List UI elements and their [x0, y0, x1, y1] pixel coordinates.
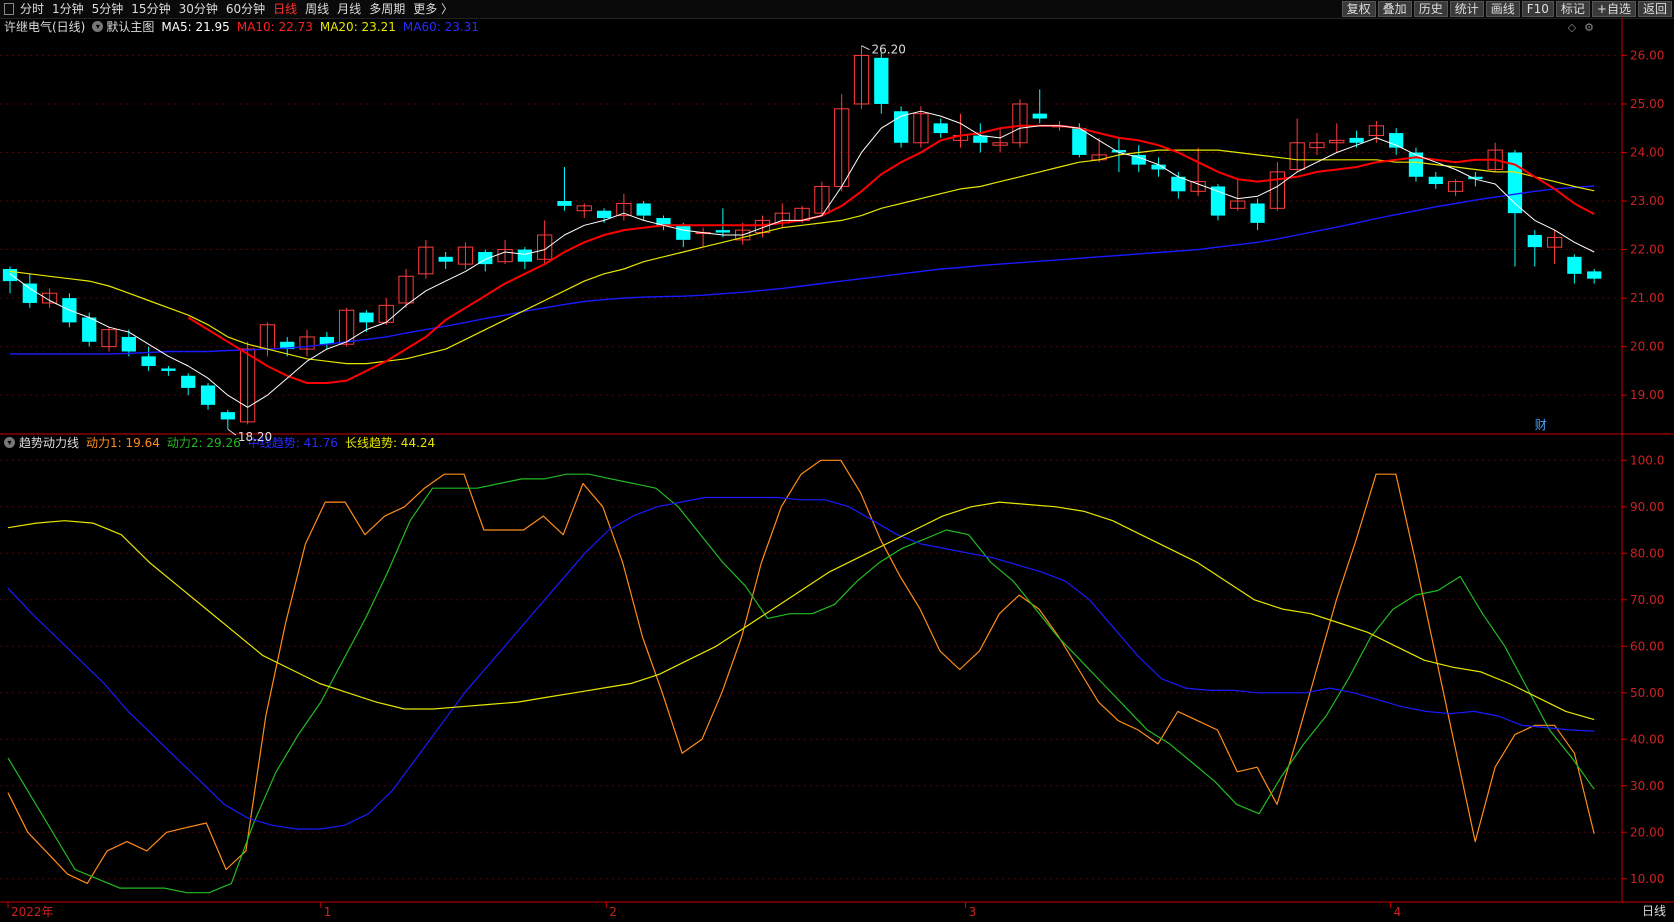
- y-tick-label: 10.00: [1630, 872, 1664, 886]
- y-tick-label: 25.00: [1630, 97, 1664, 111]
- y-tick-label: 21.00: [1630, 291, 1664, 305]
- ma10-line: [187, 124, 1595, 384]
- candle-body: [596, 210, 612, 219]
- candle-body: [715, 230, 731, 233]
- candle-body: [1527, 235, 1542, 248]
- series-line-0: [7, 459, 1595, 885]
- y-tick-label: 50.00: [1630, 686, 1664, 700]
- x-tick-label: 2: [609, 905, 617, 919]
- y-tick-label: 80.00: [1630, 546, 1664, 560]
- series-line-1: [7, 473, 1595, 894]
- low-label: 18.20: [238, 430, 272, 444]
- candle-body: [121, 336, 136, 352]
- y-tick-label: 24.00: [1630, 145, 1664, 159]
- chart-canvas[interactable]: 19.00 20.00 21.00 22.00 23.00 24.00 25.00 26.00…: [0, 0, 1674, 922]
- candle-body: [1428, 176, 1443, 185]
- candle-body: [200, 385, 216, 405]
- candle-body: [2, 268, 18, 282]
- candle-body: [141, 356, 156, 367]
- finance-marker: 财: [1535, 418, 1547, 432]
- x-tick-label: 4: [1394, 905, 1402, 919]
- candle-body: [82, 317, 97, 342]
- y-tick-label: 26.00: [1630, 48, 1664, 62]
- series-line-3: [7, 501, 1595, 721]
- candle-body: [438, 256, 453, 262]
- candle-body: [517, 249, 532, 262]
- candle-body: [1587, 271, 1602, 279]
- candle-body: [1151, 164, 1166, 170]
- ma20-line: [9, 149, 1595, 365]
- period-indicator: 日线: [1641, 904, 1666, 918]
- y-tick-label: 19.00: [1630, 388, 1664, 402]
- candle-body: [874, 57, 889, 104]
- candle-body: [557, 201, 572, 206]
- candle-body: [1072, 128, 1087, 155]
- y-tick-label: 70.00: [1630, 593, 1664, 607]
- x-tick-label: 3: [969, 905, 977, 919]
- y-tick-label: 22.00: [1630, 243, 1664, 257]
- candle-body: [636, 203, 651, 216]
- candle-body: [1032, 113, 1047, 119]
- candle-body: [1250, 203, 1265, 223]
- y-tick-label: 30.00: [1630, 779, 1664, 793]
- y-tick-label: 20.00: [1630, 340, 1664, 354]
- candle-body: [1408, 152, 1424, 177]
- candle-body: [220, 412, 235, 420]
- candle-body: [1349, 137, 1364, 143]
- y-tick-label: 40.00: [1630, 732, 1664, 746]
- y-tick-label: 23.00: [1630, 194, 1664, 208]
- candle-body: [359, 312, 374, 323]
- candle-body: [161, 368, 176, 371]
- candle-body: [181, 375, 196, 388]
- y-tick-label: 20.00: [1630, 825, 1664, 839]
- candle-body: [22, 283, 37, 303]
- y-tick-label: 100.0: [1630, 453, 1664, 467]
- y-tick-label: 90.00: [1630, 500, 1664, 514]
- y-tick-label: 60.00: [1630, 639, 1664, 653]
- candle-body: [933, 123, 948, 134]
- candle-body: [1567, 256, 1582, 274]
- high-marker: [861, 45, 870, 51]
- high-label: 26.20: [872, 43, 906, 57]
- x-tick-label: 2022年: [11, 905, 54, 919]
- x-tick-label: 1: [324, 905, 332, 919]
- candle-body: [676, 225, 691, 240]
